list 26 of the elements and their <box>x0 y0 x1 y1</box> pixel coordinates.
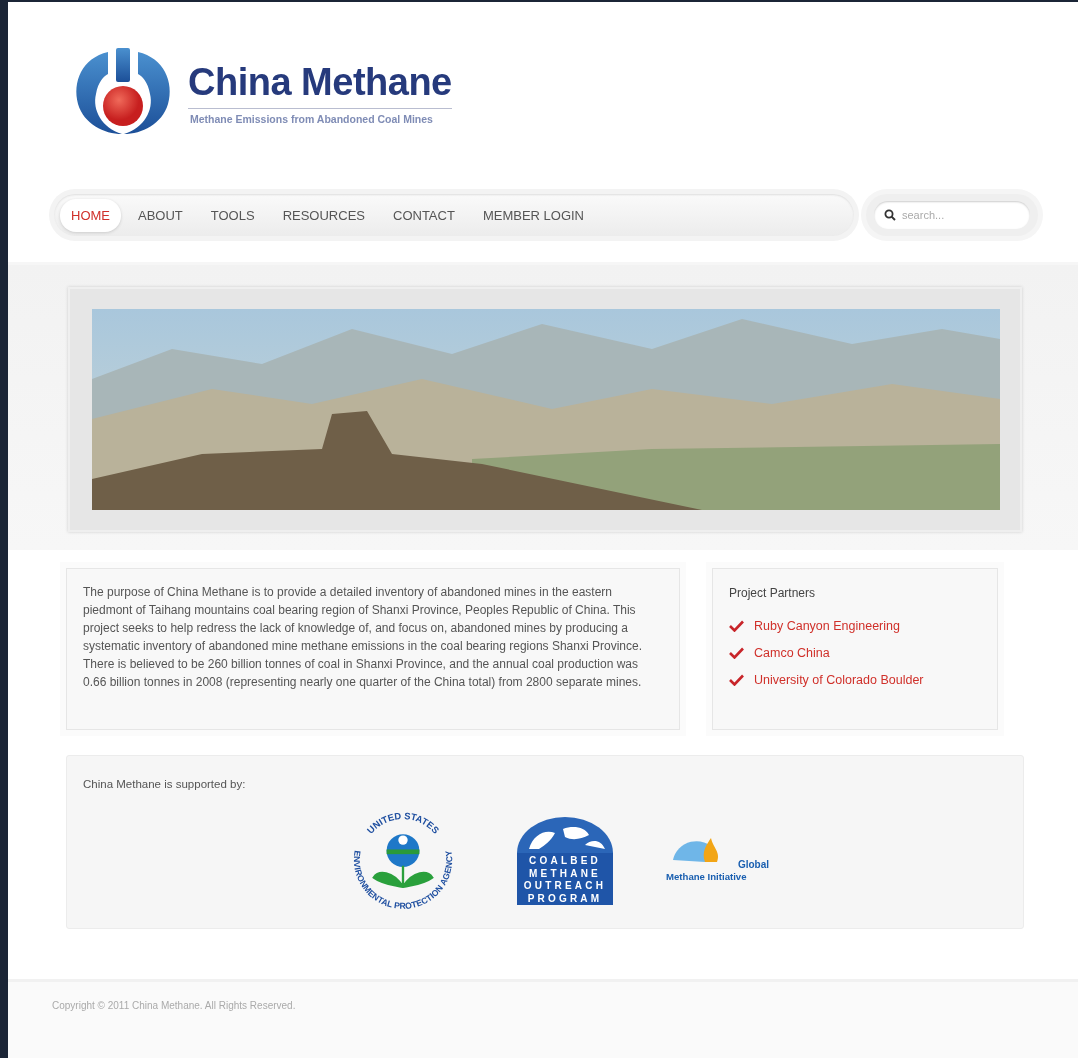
logo-text: COALBED <box>529 855 601 866</box>
partner-link[interactable]: Camco China <box>754 645 830 660</box>
checkmark-icon <box>729 619 744 632</box>
nav-tab[interactable]: HOME <box>60 198 121 232</box>
partner-link[interactable]: University of Colorado Boulder <box>754 672 924 687</box>
logo-text: METHANE <box>529 867 601 879</box>
supporters-heading: China Methane is supported by: <box>83 778 246 790</box>
logo-text: Methane Initiative <box>666 871 747 882</box>
search-field[interactable]: search... <box>874 201 1030 229</box>
logo-text: OUTREACH <box>523 880 607 891</box>
logo-text: PROGRAM <box>527 892 603 904</box>
checkmark-icon <box>729 646 744 659</box>
nav-tab[interactable]: ABOUT <box>127 198 194 232</box>
logo-tagline: Methane Emissions from Abandoned Coal Mines <box>189 112 434 125</box>
nav-tab[interactable]: RESOURCES <box>271 198 376 232</box>
flame-drawing <box>673 838 719 862</box>
nav-tab[interactable]: MEMBER LOGIN <box>471 198 595 232</box>
logo-title: China Methane <box>188 59 452 104</box>
logo-text: Global <box>737 859 769 870</box>
nav-tab[interactable]: TOOLS <box>199 198 266 232</box>
nav-tab[interactable]: CONTACT <box>382 198 466 232</box>
checkmark-icon <box>729 673 744 686</box>
search-icon <box>884 209 896 221</box>
partners-heading: Project Partners <box>729 586 816 602</box>
copyright-text: Copyright © 2011 China Methane. All Rights Reserved. <box>52 1000 296 1011</box>
partner-link[interactable]: Ruby Canyon Engineering <box>754 618 900 633</box>
